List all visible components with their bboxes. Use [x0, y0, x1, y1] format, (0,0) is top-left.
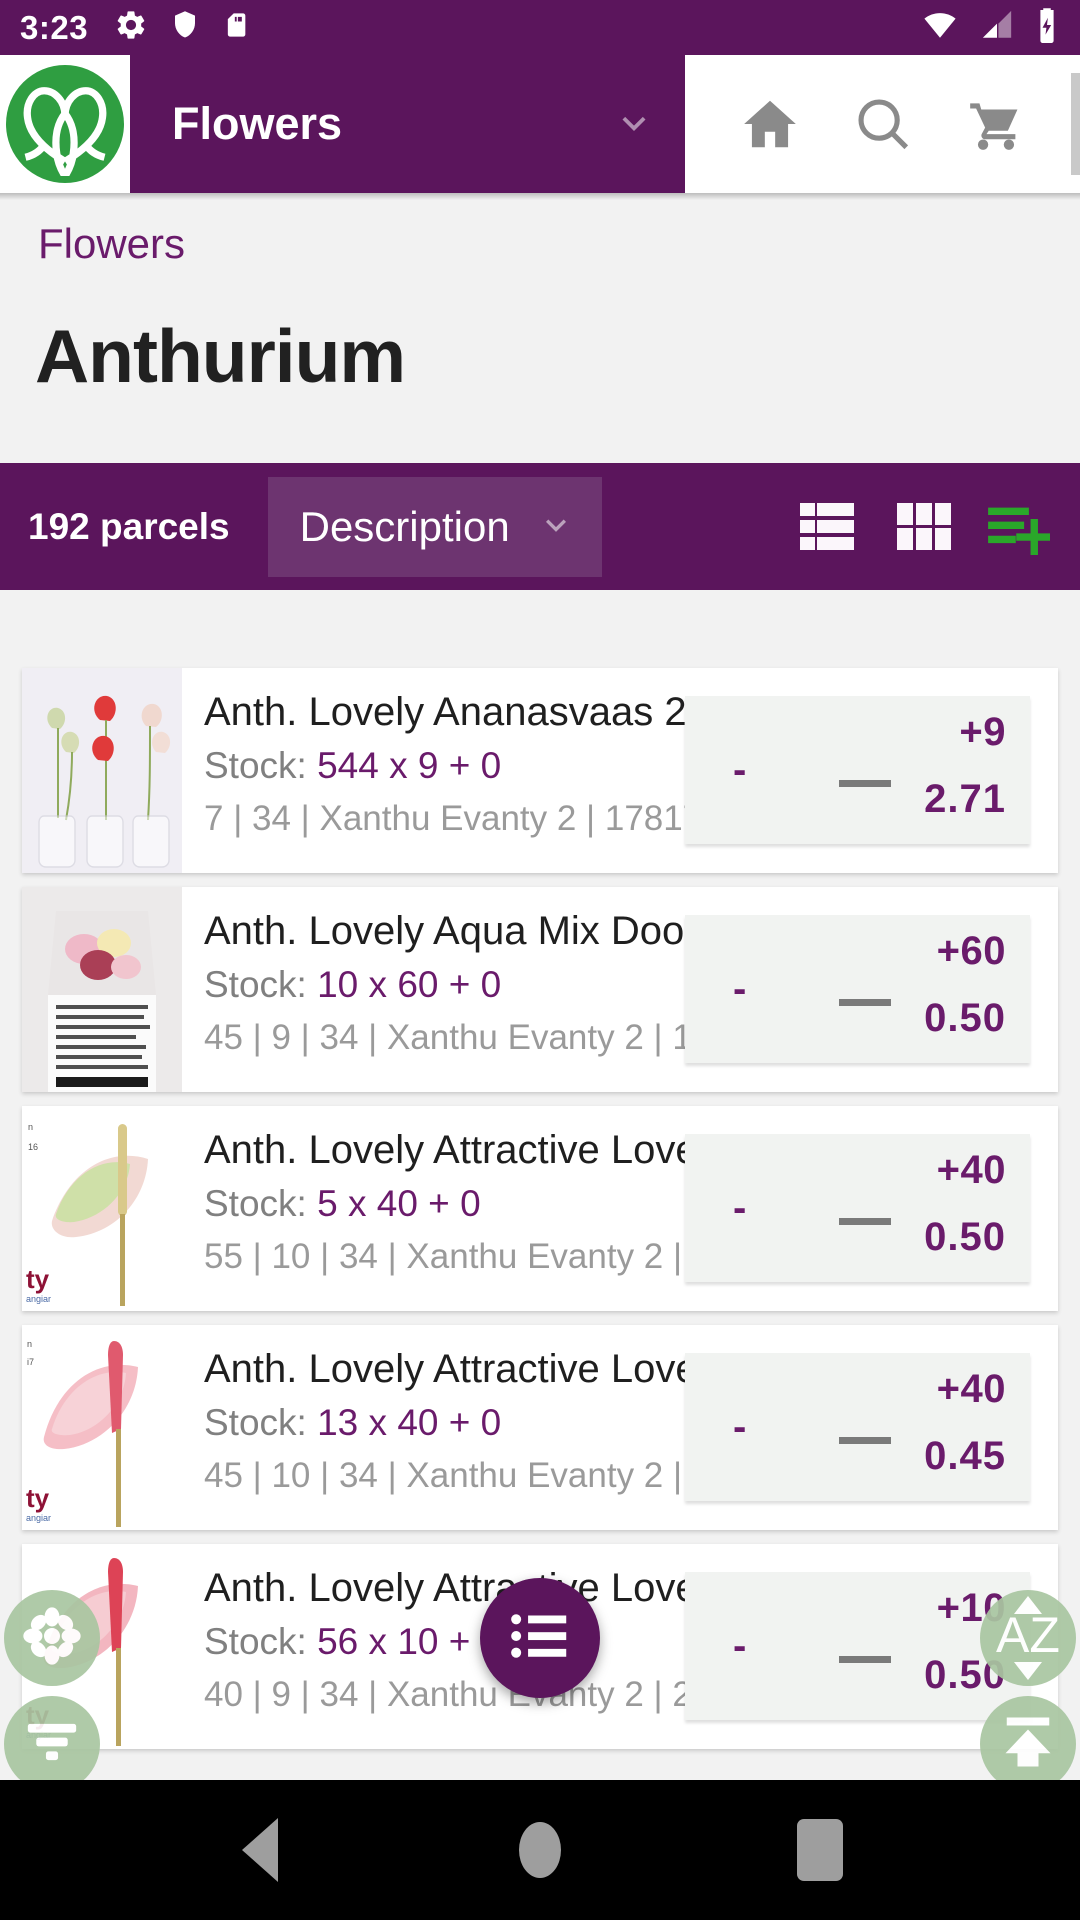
sort-select-value: Description: [299, 502, 510, 550]
android-recents-button[interactable]: [760, 1790, 880, 1910]
sort-az-icon: AZ: [980, 1590, 1076, 1686]
status-clock: 3:23: [20, 8, 89, 46]
main-list-fab[interactable]: [480, 1578, 600, 1698]
price-delta: +40: [936, 1367, 1006, 1411]
svg-text:16: 16: [28, 1142, 38, 1152]
price-delta: +60: [936, 929, 1006, 973]
view-toggle-group: [796, 496, 1050, 558]
flower-icon: [21, 1605, 83, 1672]
quantity-dash-icon: [839, 1656, 891, 1663]
stock-value: 56 x 10 + 0: [317, 1620, 502, 1662]
app-bar: Flowers: [0, 55, 1080, 193]
list-item[interactable]: Anth. Lovely Ananasvaas 2 B Stock: 544 x…: [22, 668, 1058, 873]
price-values: +60 0.50: [924, 929, 1006, 1041]
stock-value: 10 x 60 + 0: [317, 963, 502, 1005]
svg-text:n: n: [28, 1122, 33, 1132]
stock-label: Stock:: [204, 1182, 307, 1224]
app-bar-actions: [685, 55, 1080, 193]
battery-charging-icon: [1034, 7, 1060, 48]
app-bar-title: Flowers: [172, 98, 343, 149]
gear-icon: [114, 8, 148, 47]
arrow-up-icon: [998, 1712, 1058, 1777]
chevron-down-icon[interactable]: [611, 99, 657, 150]
price-values: +40 0.50: [924, 1148, 1006, 1260]
wifi-icon: [920, 8, 960, 47]
product-thumbnail: n i7 ty angiar: [22, 1325, 182, 1530]
app-logo[interactable]: [0, 55, 130, 193]
stock-label: Stock:: [204, 963, 307, 1005]
svg-text:n: n: [27, 1339, 32, 1349]
page-header: Flowers Anthurium: [0, 193, 1080, 463]
list-item[interactable]: n i7 ty angiar Anth. Lovely Attractive L…: [22, 1325, 1058, 1530]
square-icon: [797, 1819, 843, 1881]
home-icon[interactable]: [724, 78, 816, 170]
stock-label: Stock:: [204, 1401, 307, 1443]
price-values: +40 0.45: [924, 1367, 1006, 1479]
stock-label: Stock:: [204, 1620, 307, 1662]
stock-value: 544 x 9 + 0: [317, 744, 502, 786]
svg-text:angiar: angiar: [26, 1294, 51, 1304]
filter-fab[interactable]: [4, 1696, 100, 1792]
add-to-list-icon[interactable]: [988, 496, 1050, 558]
list-item[interactable]: n 16 ty angiar Anth. Lovely Attractive L…: [22, 1106, 1058, 1311]
sd-card-icon: [222, 8, 250, 47]
status-right-icons: [920, 7, 1060, 48]
price-amount: 2.71: [924, 777, 1006, 821]
status-left-icons: [114, 8, 250, 47]
page-title: Anthurium: [35, 314, 406, 398]
svg-text:ty: ty: [26, 1264, 50, 1294]
shield-icon: [170, 8, 200, 47]
quantity-dash-icon: [839, 780, 891, 787]
phone-screen: 3:23 Flowers Flowers Anthurium 192 parce…: [0, 0, 1080, 1920]
flower-fab[interactable]: [4, 1590, 100, 1686]
grid-view-icon[interactable]: [892, 496, 954, 558]
list-view-icon[interactable]: [796, 496, 858, 558]
stock-value: 5 x 40 + 0: [317, 1182, 481, 1224]
quantity-dash-icon: [839, 1218, 891, 1225]
price-values: +9 2.71: [924, 710, 1006, 822]
svg-text:i7: i7: [27, 1357, 34, 1367]
price-panel[interactable]: - +10 0.50: [685, 1572, 1030, 1720]
price-amount: 0.50: [924, 1215, 1006, 1259]
list-item[interactable]: Anth. Lovely Aqua Mix Doos Stock: 10 x 6…: [22, 887, 1058, 1092]
search-icon[interactable]: [837, 78, 929, 170]
price-amount: 0.45: [924, 1434, 1006, 1478]
status-bar: 3:23: [0, 0, 1080, 55]
list-icon: [509, 1609, 571, 1668]
chevron-down-icon: [536, 504, 576, 549]
android-home-button[interactable]: [480, 1790, 600, 1910]
quantity-dash-icon: [839, 999, 891, 1006]
tulip-logo-icon: [6, 65, 124, 183]
product-thumbnail: [22, 668, 182, 873]
price-delta: +40: [936, 1148, 1006, 1192]
price-panel[interactable]: - +40 0.50: [685, 1134, 1030, 1282]
svg-text:AZ: AZ: [996, 1607, 1060, 1663]
price-panel[interactable]: - +9 2.71: [685, 696, 1030, 844]
sort-select[interactable]: Description: [267, 476, 602, 577]
scroll-top-fab[interactable]: [980, 1696, 1076, 1792]
triangle-left-icon: [242, 1818, 278, 1882]
quantity-dash-icon: [839, 1437, 891, 1444]
price-panel[interactable]: - +60 0.50: [685, 915, 1030, 1063]
cart-icon[interactable]: [950, 78, 1042, 170]
product-thumbnail: [22, 887, 182, 1092]
product-thumbnail: n 16 ty angiar: [22, 1106, 182, 1311]
filter-bar: 192 parcels Description: [0, 463, 1080, 590]
price-delta: +9: [959, 710, 1006, 754]
circle-icon: [519, 1822, 561, 1878]
price-amount: 0.50: [924, 996, 1006, 1040]
sort-az-fab[interactable]: AZ: [980, 1590, 1076, 1686]
svg-text:ty: ty: [26, 1483, 50, 1513]
price-panel[interactable]: - +40 0.45: [685, 1353, 1030, 1501]
stock-value: 13 x 40 + 0: [317, 1401, 502, 1443]
breadcrumb[interactable]: Flowers: [38, 220, 185, 268]
android-back-button[interactable]: [200, 1790, 320, 1910]
signal-icon: [978, 8, 1016, 47]
stock-label: Stock:: [204, 744, 307, 786]
parcels-count: 192 parcels: [28, 505, 230, 547]
filter-icon: [23, 1716, 81, 1773]
android-nav-bar: [0, 1780, 1080, 1920]
svg-text:angiar: angiar: [26, 1513, 51, 1523]
